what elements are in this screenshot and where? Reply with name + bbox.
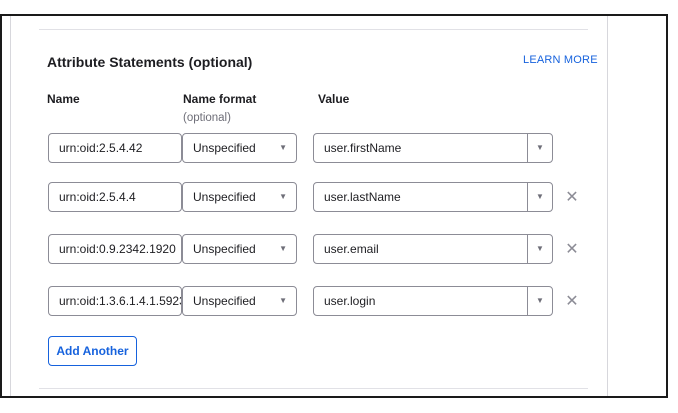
chevron-down-icon: ▼	[279, 296, 287, 305]
window-frame: Attribute Statements (optional) LEARN MO…	[0, 14, 668, 398]
name-format-select[interactable]: Unspecified ▼	[182, 286, 297, 316]
attribute-value-text: user.login	[324, 294, 376, 308]
chevron-down-icon: ▼	[279, 244, 287, 253]
remove-row-icon[interactable]: ✕	[564, 294, 580, 310]
name-format-select[interactable]: Unspecified ▼	[182, 133, 297, 163]
attribute-value-input[interactable]: user.email ▼	[313, 234, 553, 264]
column-header-name: Name	[47, 92, 80, 106]
remove-row-icon[interactable]: ✕	[564, 242, 580, 258]
name-format-select[interactable]: Unspecified ▼	[182, 234, 297, 264]
add-another-button[interactable]: Add Another	[48, 336, 137, 366]
remove-row-icon[interactable]: ✕	[564, 190, 580, 206]
name-format-select[interactable]: Unspecified ▼	[182, 182, 297, 212]
section-title: Attribute Statements (optional)	[47, 54, 253, 70]
name-format-selected: Unspecified	[193, 242, 256, 256]
value-dropdown-icon[interactable]: ▼	[527, 183, 552, 211]
name-format-selected: Unspecified	[193, 190, 256, 204]
attribute-name-input[interactable]: urn:oid:0.9.2342.1920	[48, 234, 182, 264]
value-dropdown-icon[interactable]: ▼	[527, 287, 552, 315]
attribute-name-input[interactable]: urn:oid:1.3.6.1.4.1.5923	[48, 286, 182, 316]
attribute-value-input[interactable]: user.lastName ▼	[313, 182, 553, 212]
learn-more-link[interactable]: LEARN MORE	[523, 54, 598, 66]
column-header-name-format-optional: (optional)	[183, 112, 231, 124]
column-header-name-format: Name format	[183, 92, 257, 106]
column-header-value: Value	[318, 92, 350, 106]
attribute-value-text: user.firstName	[324, 141, 402, 155]
attribute-value-text: user.lastName	[324, 190, 401, 204]
chevron-down-icon: ▼	[279, 192, 287, 201]
divider-bottom	[39, 388, 588, 389]
attribute-value-text: user.email	[324, 242, 379, 256]
attribute-value-input[interactable]: user.firstName ▼	[313, 133, 553, 163]
attribute-value-input[interactable]: user.login ▼	[313, 286, 553, 316]
chevron-down-icon: ▼	[279, 143, 287, 152]
name-format-selected: Unspecified	[193, 141, 256, 155]
attribute-name-input[interactable]: urn:oid:2.5.4.42	[48, 133, 182, 163]
value-dropdown-icon[interactable]: ▼	[527, 235, 552, 263]
divider-top	[39, 29, 588, 30]
attribute-name-input[interactable]: urn:oid:2.5.4.4	[48, 182, 182, 212]
name-format-selected: Unspecified	[193, 294, 256, 308]
value-dropdown-icon[interactable]: ▼	[527, 134, 552, 162]
